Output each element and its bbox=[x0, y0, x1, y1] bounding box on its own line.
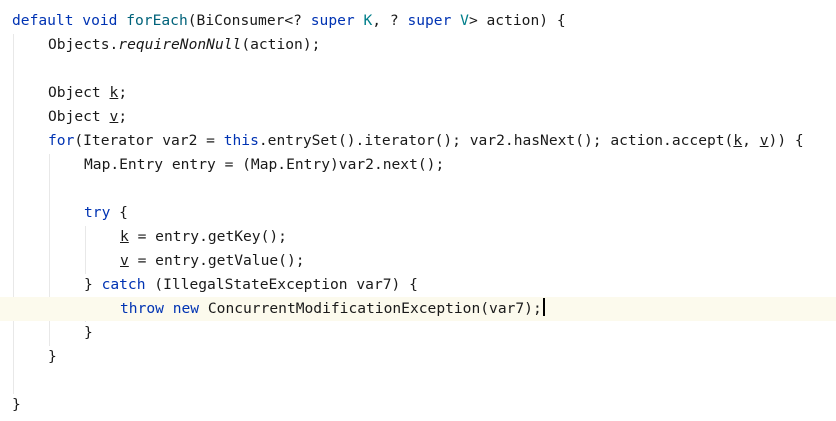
code-token: K bbox=[363, 12, 373, 29]
code-token: k bbox=[109, 84, 119, 101]
code-token: Map.Entry entry = (Map.Entry)var2.next()… bbox=[84, 156, 445, 173]
code-line[interactable]: default void forEach(BiConsumer<? super … bbox=[0, 9, 836, 33]
code-line[interactable]: Objects.requireNonNull(action); bbox=[0, 33, 836, 57]
code-token: throw new bbox=[120, 300, 208, 317]
code-text: Object k; bbox=[48, 81, 127, 105]
code-line[interactable]: } bbox=[0, 321, 836, 345]
code-line[interactable]: } bbox=[0, 393, 836, 417]
code-token: v bbox=[120, 252, 129, 269]
code-text: Objects.requireNonNull(action); bbox=[48, 33, 320, 57]
code-token: catch bbox=[101, 276, 146, 293]
code-token: (BiConsumer<? bbox=[187, 12, 311, 29]
code-line[interactable]: for(Iterator var2 = this.entrySet().iter… bbox=[0, 129, 836, 153]
code-token: , ? bbox=[372, 12, 408, 29]
code-token: } bbox=[48, 348, 57, 365]
code-token: .entrySet().iterator(); var2.hasNext(); … bbox=[258, 132, 734, 149]
code-line[interactable]: Object k; bbox=[0, 81, 836, 105]
code-token: k bbox=[120, 228, 129, 245]
code-token: (Iterator var2 = bbox=[74, 132, 224, 149]
code-text: Map.Entry entry = (Map.Entry)var2.next()… bbox=[84, 153, 444, 177]
code-token: } bbox=[84, 276, 102, 293]
code-token: } bbox=[84, 324, 93, 341]
code-line[interactable]: k = entry.getKey(); bbox=[0, 225, 836, 249]
code-line[interactable] bbox=[0, 177, 836, 201]
code-token: (IllegalStateException var7) { bbox=[145, 276, 418, 293]
code-token: = entry.getValue(); bbox=[128, 252, 305, 269]
code-token: forEach bbox=[126, 12, 188, 29]
code-token: Object bbox=[48, 84, 110, 101]
code-text: } bbox=[48, 345, 57, 369]
code-text: } catch (IllegalStateException var7) { bbox=[84, 273, 418, 297]
code-token: (action); bbox=[241, 36, 321, 53]
code-token: super bbox=[310, 12, 364, 29]
code-token: } bbox=[12, 396, 21, 413]
code-token: = entry.getKey(); bbox=[128, 228, 287, 245]
code-line[interactable] bbox=[0, 369, 836, 393]
code-token: default void bbox=[12, 12, 127, 29]
code-text: try { bbox=[84, 201, 128, 225]
code-line[interactable] bbox=[0, 57, 836, 81]
code-token: > action) { bbox=[468, 12, 566, 29]
code-text: k = entry.getKey(); bbox=[120, 225, 287, 249]
code-token: k bbox=[733, 132, 743, 149]
code-token: try bbox=[84, 204, 111, 221]
code-token: super bbox=[407, 12, 461, 29]
code-editor[interactable]: default void forEach(BiConsumer<? super … bbox=[0, 0, 836, 421]
code-text: v = entry.getValue(); bbox=[120, 249, 305, 273]
code-token: ConcurrentModificationException(var7); bbox=[207, 300, 542, 317]
code-token: Object bbox=[48, 108, 110, 125]
code-text: throw new ConcurrentModificationExceptio… bbox=[120, 297, 545, 321]
code-line[interactable]: v = entry.getValue(); bbox=[0, 249, 836, 273]
code-text: default void forEach(BiConsumer<? super … bbox=[12, 9, 566, 33]
code-line[interactable]: } bbox=[0, 345, 836, 369]
code-token: { bbox=[110, 204, 128, 221]
code-text: } bbox=[12, 393, 21, 417]
code-token: , bbox=[742, 132, 760, 149]
code-token: requireNonNull bbox=[118, 36, 242, 53]
code-token: V bbox=[460, 12, 469, 29]
code-token: Objects. bbox=[48, 36, 119, 53]
text-cursor bbox=[542, 298, 545, 316]
code-token: v bbox=[759, 132, 769, 149]
code-token: ; bbox=[118, 84, 128, 101]
code-line[interactable]: try { bbox=[0, 201, 836, 225]
code-token: v bbox=[109, 108, 119, 125]
code-text: for(Iterator var2 = this.entrySet().iter… bbox=[48, 129, 804, 153]
code-line-current[interactable]: throw new ConcurrentModificationExceptio… bbox=[0, 297, 836, 321]
code-text: Object v; bbox=[48, 105, 127, 129]
code-text: } bbox=[84, 321, 93, 345]
code-line[interactable]: Map.Entry entry = (Map.Entry)var2.next()… bbox=[0, 153, 836, 177]
code-line[interactable]: } catch (IllegalStateException var7) { bbox=[0, 273, 836, 297]
code-token: this bbox=[223, 132, 259, 149]
code-token: ; bbox=[118, 108, 128, 125]
code-token: for bbox=[48, 132, 75, 149]
code-line[interactable]: Object v; bbox=[0, 105, 836, 129]
code-token: )) { bbox=[768, 132, 804, 149]
